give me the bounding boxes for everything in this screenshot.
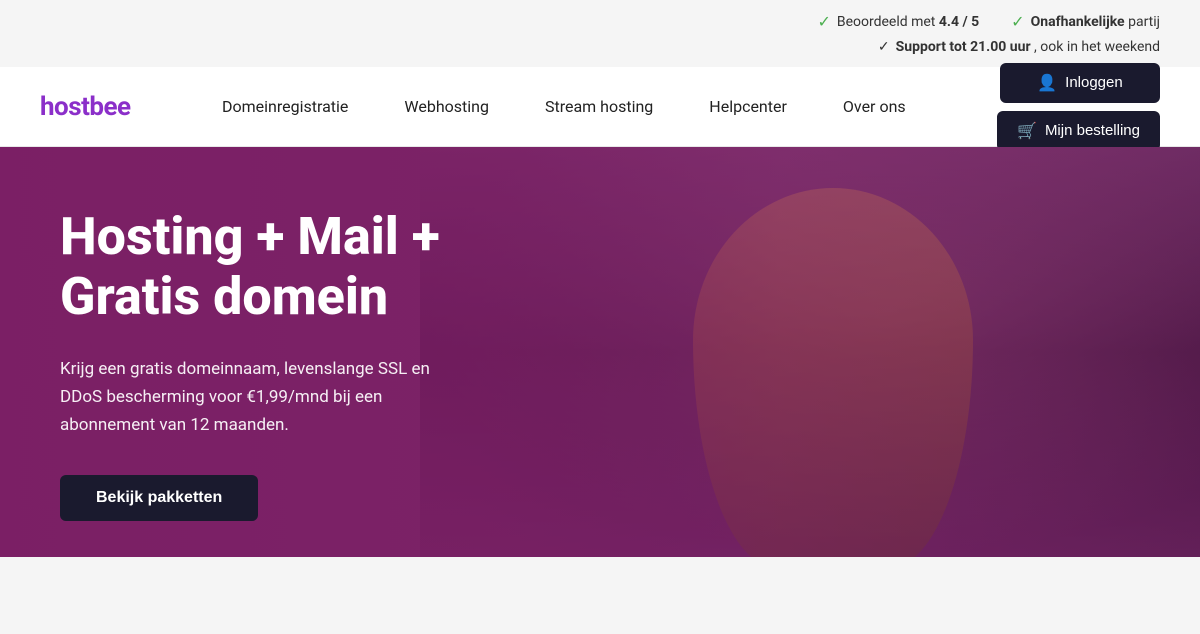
check-icon-independent: ✓ [1011, 12, 1024, 31]
independent-text: Onafhankelijke partij [1031, 14, 1160, 30]
hero-subtitle: Krijg een gratis domeinnaam, levenslange… [60, 355, 460, 439]
nav-item-helpcenter[interactable]: Helpcenter [681, 67, 815, 147]
nav-item-webhosting[interactable]: Webhosting [376, 67, 517, 147]
hero-content: Hosting + Mail + Gratis domein Krijg een… [0, 147, 520, 557]
user-icon: 👤 [1037, 73, 1057, 93]
check-icon-rating: ✓ [817, 12, 830, 31]
hero-cta-button[interactable]: Bekijk pakketten [60, 475, 258, 521]
hero-section: Hosting + Mail + Gratis domein Krijg een… [0, 147, 1200, 557]
order-button[interactable]: 🛒 Mijn bestelling [997, 111, 1160, 151]
logo[interactable]: hostbee [40, 92, 131, 122]
independent-item: ✓ Onafhankelijke partij [1011, 12, 1160, 31]
nav-item-domeinregistratie[interactable]: Domeinregistratie [194, 67, 376, 147]
header: hostbee Domeinregistratie Webhosting Str… [0, 67, 1200, 147]
check-icon-support: ✓ [878, 39, 890, 55]
nav-actions: 👤 Inloggen 🛒 Mijn bestelling [997, 63, 1160, 151]
rating-text: Beoordeeld met 4.4 / 5 [837, 14, 979, 30]
nav-item-stream-hosting[interactable]: Stream hosting [517, 67, 681, 147]
nav-item-over-ons[interactable]: Over ons [815, 67, 934, 147]
nav: Domeinregistratie Webhosting Stream host… [194, 67, 934, 146]
login-button[interactable]: 👤 Inloggen [1000, 63, 1160, 103]
top-bar-row1: ✓ Beoordeeld met 4.4 / 5 ✓ Onafhankelijk… [0, 0, 1200, 39]
rating-item: ✓ Beoordeeld met 4.4 / 5 [817, 12, 979, 31]
support-item: ✓ Support tot 21.00 uur , ook in het wee… [878, 39, 1160, 55]
hero-title: Hosting + Mail + Gratis domein [60, 207, 460, 327]
top-bar-wrapper: ✓ Beoordeeld met 4.4 / 5 ✓ Onafhankelijk… [0, 0, 1200, 67]
cart-icon: 🛒 [1017, 121, 1037, 141]
support-text: Support tot 21.00 uur , ook in het weeke… [896, 39, 1160, 55]
